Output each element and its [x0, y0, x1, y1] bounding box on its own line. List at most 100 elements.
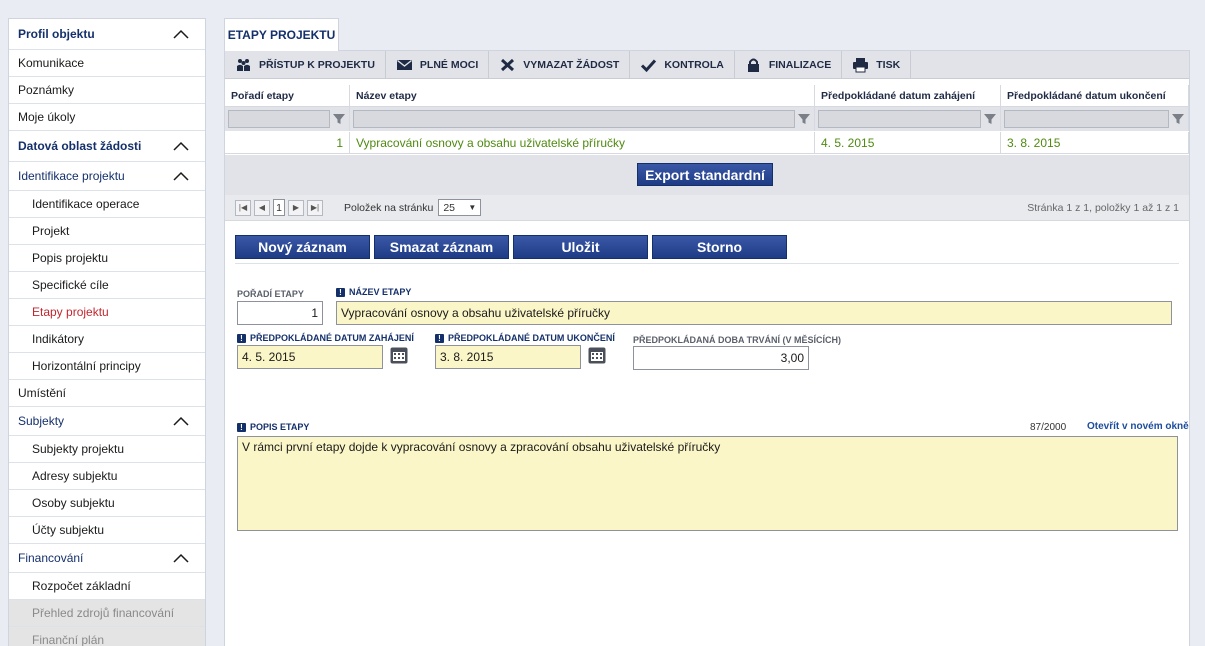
- doba-field: 3,00: [633, 346, 809, 370]
- prev-page-button[interactable]: ◀: [254, 199, 270, 216]
- sidebar-item-label: Poznámky: [18, 83, 75, 97]
- sidebar-item[interactable]: Horizontální principy: [9, 353, 205, 380]
- sidebar-item[interactable]: Subjekty: [9, 407, 205, 436]
- nazev-field[interactable]: Vypracování osnovy a obsahu uživatelské …: [336, 301, 1172, 325]
- delete-record-button[interactable]: Smazat záznam: [374, 235, 509, 259]
- last-page-button[interactable]: ▶|: [307, 199, 323, 216]
- calendar-icon[interactable]: [390, 347, 408, 364]
- toolbar-button[interactable]: FINALIZACE: [735, 51, 843, 79]
- chevron-up-icon[interactable]: [173, 141, 189, 151]
- sidebar-item[interactable]: Identifikace operace: [9, 191, 205, 218]
- filter-icon[interactable]: [983, 112, 997, 126]
- filter-input-ukonceni[interactable]: [1004, 110, 1169, 128]
- table-row[interactable]: 1 Vypracování osnovy a obsahu uživatelsk…: [225, 132, 1189, 154]
- chevron-up-icon[interactable]: [173, 553, 189, 563]
- sidebar-item-label: Finanční plán: [32, 633, 105, 646]
- toolbar-button[interactable]: TISK: [842, 51, 912, 79]
- tab-etapy-projektu[interactable]: ETAPY PROJEKTU: [224, 18, 339, 51]
- export-band: Export standardní: [225, 155, 1189, 195]
- sidebar-item[interactable]: Popis projektu: [9, 245, 205, 272]
- cell-nazev: Vypracování osnovy a obsahu uživatelské …: [350, 132, 815, 153]
- toolbar-button[interactable]: PŘÍSTUP K PROJEKTU: [225, 51, 386, 79]
- people-icon: [237, 59, 250, 71]
- sidebar-item-label: Komunikace: [18, 56, 85, 70]
- toolbar: PŘÍSTUP K PROJEKTU PLNÉ MOCI VYMAZAT ŽÁDOS…: [225, 51, 1189, 79]
- pager: |◀ ◀ 1 ▶ ▶| Položek na stránku 25 ▼ Strán…: [225, 195, 1189, 221]
- sidebar-item[interactable]: Rozpočet základní: [9, 573, 205, 600]
- toolbar-button-label: PŘÍSTUP K PROJEKTU: [259, 59, 375, 71]
- save-button[interactable]: Uložit: [513, 235, 648, 259]
- column-header-ukonceni[interactable]: Předpokládané datum ukončení: [1001, 85, 1189, 106]
- column-header-zahajeni[interactable]: Předpokládané datum zahájení: [815, 85, 1001, 106]
- doba-label: PŘEDPOKLÁDANÁ DOBA TRVÁNÍ (V MĚSÍCÍCH): [633, 335, 842, 345]
- sidebar-item-label: Identifikace projektu: [18, 169, 125, 183]
- sidebar-item[interactable]: Indikátory: [9, 326, 205, 353]
- sidebar-item[interactable]: Profil objektu: [9, 19, 205, 50]
- chevron-up-icon[interactable]: [173, 416, 189, 426]
- cancel-button[interactable]: Storno: [652, 235, 787, 259]
- sidebar-item[interactable]: Adresy subjektu: [9, 463, 205, 490]
- sidebar-item-label: Financování: [18, 551, 84, 565]
- grid-filter-row: [225, 107, 1189, 131]
- ukonceni-field[interactable]: 3. 8. 2015: [435, 345, 581, 369]
- check-icon: [641, 59, 657, 73]
- calendar-icon[interactable]: [588, 347, 606, 364]
- sidebar-navigation: Profil objektu Komunikace Poznámky Moje úko…: [8, 18, 206, 646]
- envelope-icon: [396, 59, 412, 70]
- toolbar-button[interactable]: VYMAZAT ŽÁDOST: [489, 51, 631, 79]
- sidebar-item-label: Indikátory: [32, 332, 85, 346]
- filter-cell-nazev: [350, 107, 815, 131]
- sidebar-item[interactable]: Poznámky: [9, 77, 205, 104]
- toolbar-button[interactable]: KONTROLA: [630, 51, 735, 79]
- new-record-button[interactable]: Nový záznam: [235, 235, 370, 259]
- export-button[interactable]: Export standardní: [637, 163, 773, 186]
- zahajeni-field[interactable]: 4. 5. 2015: [237, 345, 383, 369]
- poradi-label: POŘADÍ ETAPY: [237, 289, 304, 299]
- sidebar-item[interactable]: Osoby subjektu: [9, 490, 205, 517]
- toolbar-button[interactable]: PLNÉ MOCI: [386, 51, 490, 79]
- sidebar-item[interactable]: Finanční plán: [9, 627, 205, 646]
- per-page-value: 25: [443, 201, 455, 214]
- sidebar-item-label: Rozpočet základní: [32, 579, 131, 593]
- pager-info: Stránka 1 z 1, položky 1 až 1 z 1: [1027, 202, 1179, 214]
- filter-icon[interactable]: [1171, 112, 1185, 126]
- per-page-select[interactable]: 25 ▼: [438, 199, 482, 216]
- toolbar-button-label: TISK: [876, 59, 901, 71]
- first-page-button[interactable]: |◀: [235, 199, 251, 216]
- chevron-up-icon[interactable]: [173, 171, 189, 181]
- per-page-label: Položek na stránku: [344, 201, 434, 214]
- column-header-nazev[interactable]: Název etapy: [350, 85, 815, 106]
- cell-ukonceni: 3. 8. 2015: [1001, 132, 1189, 153]
- sidebar-item[interactable]: Komunikace: [9, 50, 205, 77]
- sidebar-item[interactable]: Projekt: [9, 218, 205, 245]
- sidebar-item[interactable]: Identifikace projektu: [9, 162, 205, 191]
- sidebar-item[interactable]: Moje úkoly: [9, 104, 205, 131]
- sidebar-item[interactable]: Umístění: [9, 380, 205, 407]
- filter-input-poradi[interactable]: [228, 110, 330, 128]
- sidebar-item[interactable]: Přehled zdrojů financování: [9, 600, 205, 627]
- filter-input-zahajeni[interactable]: [818, 110, 981, 128]
- toolbar-button-label: FINALIZACE: [768, 59, 832, 71]
- filter-cell-zahajeni: [815, 107, 1001, 131]
- sidebar-item[interactable]: Specifické cíle: [9, 272, 205, 299]
- sidebar-item[interactable]: Datová oblast žádosti: [9, 131, 205, 162]
- popis-textarea[interactable]: V rámci první etapy dojde k vypracování …: [237, 436, 1178, 531]
- sidebar-item-label: Subjekty: [18, 414, 65, 428]
- lock-icon: [747, 58, 759, 72]
- sidebar-item[interactable]: Financování: [9, 544, 205, 573]
- column-header-poradi[interactable]: Pořadí etapy: [225, 85, 350, 106]
- printer-icon: [853, 58, 869, 73]
- page-number-input[interactable]: 1: [273, 199, 285, 216]
- filter-icon[interactable]: [332, 112, 346, 126]
- open-new-window-link[interactable]: Otevřít v novém okně: [1087, 421, 1189, 432]
- next-page-button[interactable]: ▶: [288, 199, 304, 216]
- filter-icon[interactable]: [797, 112, 811, 126]
- chevron-up-icon[interactable]: [173, 29, 189, 39]
- toolbar-button-label: KONTROLA: [664, 59, 724, 71]
- sidebar-item[interactable]: Účty subjektu: [9, 517, 205, 544]
- sidebar-item[interactable]: Etapy projektu: [9, 299, 205, 326]
- sidebar-item-label: Moje úkoly: [18, 110, 76, 124]
- sidebar-item[interactable]: Subjekty projektu: [9, 436, 205, 463]
- filter-input-nazev[interactable]: [353, 110, 795, 128]
- poradi-field[interactable]: 1: [237, 301, 323, 325]
